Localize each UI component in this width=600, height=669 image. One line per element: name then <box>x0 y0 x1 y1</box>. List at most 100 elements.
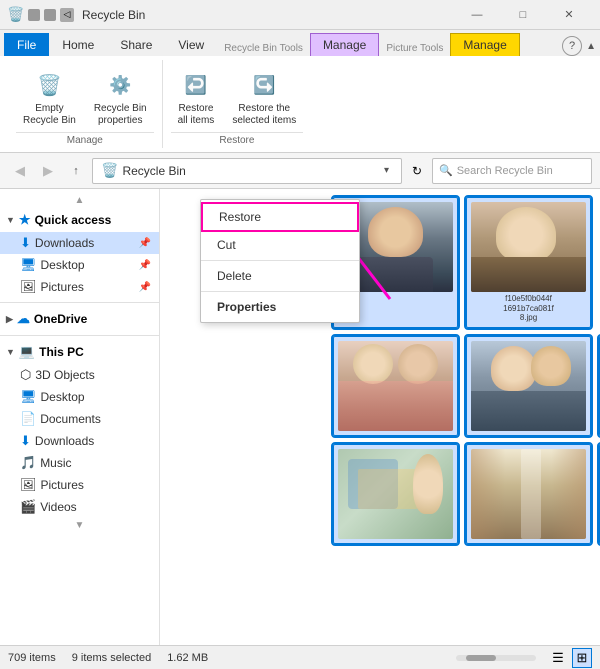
sidebar-item-pictures-pc[interactable]: 🖼 Pictures <box>0 474 159 496</box>
status-bar: 709 items 9 items selected 1.62 MB ☰ ⊞ <box>0 645 600 669</box>
maximize-button[interactable]: □ <box>500 0 546 30</box>
context-menu-sep-1 <box>201 260 359 261</box>
properties-label: Recycle Binproperties <box>94 103 147 127</box>
refresh-button[interactable]: ↻ <box>406 160 428 182</box>
sidebar-item-downloads[interactable]: ⬇ Downloads 📌 <box>0 232 159 254</box>
ribbon-tab-bar: File Home Share View Recycle Bin Tools M… <box>0 30 600 56</box>
tab-picture-tools-label: Picture Tools <box>379 40 450 56</box>
recycle-bin-properties-button[interactable]: ⚙️ Recycle Binproperties <box>87 64 154 132</box>
thumb-item-7[interactable] <box>333 444 458 544</box>
tab-share[interactable]: Share <box>107 33 165 56</box>
sidebar-item-pictures[interactable]: 🖼 Pictures 📌 <box>0 276 159 298</box>
restore-selected-button[interactable]: ↪️ Restore theselected items <box>225 64 303 132</box>
thumb-item-2[interactable]: f10e5f0b044f1691b7ca081f8.jpg <box>466 197 591 328</box>
empty-recycle-bin-button[interactable]: 🗑️ EmptyRecycle Bin <box>16 64 83 132</box>
downloads-pin-icon: 📌 <box>139 238 151 249</box>
tab-view[interactable]: View <box>165 33 217 56</box>
tab-manage-recycle[interactable]: Manage <box>310 33 379 56</box>
list-view-button[interactable]: ☰ <box>548 648 568 668</box>
sidebar-header-quickaccess[interactable]: ▼ ★ Quick access <box>0 208 159 232</box>
status-view-controls: ☰ ⊞ <box>456 648 592 668</box>
thumb-item-8[interactable] <box>466 444 591 544</box>
search-input[interactable]: Search Recycle Bin <box>457 165 585 177</box>
sidebar-label-desktop: Desktop <box>41 258 85 272</box>
up-button[interactable]: ↑ <box>64 159 88 183</box>
pin-icon <box>44 9 56 21</box>
sidebar-item-3dobjects[interactable]: ⬡ 3D Objects <box>0 364 159 386</box>
downloads-icon: ⬇ <box>20 235 31 251</box>
context-menu-cut[interactable]: Cut <box>201 232 359 258</box>
sidebar-label-thispc: This PC <box>39 345 84 359</box>
picturespc-icon: 🖼 <box>20 477 37 493</box>
sidebar: ▲ ▼ ★ Quick access ⬇ Downloads 📌 🖥 Deskt… <box>0 189 160 645</box>
sidebar-item-downloads-pc[interactable]: ⬇ Downloads <box>0 430 159 452</box>
sidebar-divider-1 <box>0 302 159 303</box>
sidebar-item-desktop[interactable]: 🖥 Desktop 📌 <box>0 254 159 276</box>
context-menu-delete[interactable]: Delete <box>201 263 359 289</box>
tab-file[interactable]: File <box>4 33 49 56</box>
ribbon-help-area: ? ▲ <box>562 36 600 56</box>
restore-selected-icon: ↪️ <box>248 69 280 101</box>
thumb-image-2 <box>471 202 586 292</box>
ribbon-group-restore: ↩️ Restoreall items ↪️ Restore theselect… <box>163 60 312 148</box>
window-controls: — □ ✕ <box>454 0 592 30</box>
empty-bin-label: EmptyRecycle Bin <box>23 103 76 127</box>
thumbnail-grid-container: f10e5f0b044f1691b7ca081f8.jpg <box>333 197 600 544</box>
ribbon-content: 🗑️ EmptyRecycle Bin ⚙️ Recycle Binproper… <box>0 56 600 153</box>
minimize-button[interactable]: — <box>454 0 500 30</box>
sidebar-label-documents: Documents <box>40 412 101 426</box>
title-bar: 🗑️ ◁ Recycle Bin — □ ✕ <box>0 0 600 30</box>
sidebar-divider-2 <box>0 335 159 336</box>
thumb-image-5 <box>471 341 586 431</box>
tab-manage-picture[interactable]: Manage <box>450 33 519 56</box>
forward-button[interactable]: ▶ <box>36 159 60 183</box>
main-area: ▲ ▼ ★ Quick access ⬇ Downloads 📌 🖥 Deskt… <box>0 189 600 645</box>
large-icons-view-button[interactable]: ⊞ <box>572 648 592 668</box>
content-wrapper: Restore Cut Delete Properties <box>160 189 600 645</box>
help-button[interactable]: ? <box>562 36 582 56</box>
sidebar-label-desktoppc: Desktop <box>41 390 85 404</box>
back-button[interactable]: ◀ <box>8 159 32 183</box>
tab-home[interactable]: Home <box>49 33 107 56</box>
thispc-icon: 💻 <box>19 344 35 360</box>
content-area: Restore Cut Delete Properties <box>160 189 600 645</box>
sidebar-header-thispc[interactable]: ▼ 💻 This PC <box>0 340 159 364</box>
ribbon-manage-items: 🗑️ EmptyRecycle Bin ⚙️ Recycle Binproper… <box>16 60 154 132</box>
sidebar-label-picturespc: Pictures <box>41 478 84 492</box>
sidebar-header-onedrive[interactable]: ▶ ☁ OneDrive <box>0 307 159 331</box>
sidebar-label-videos: Videos <box>40 500 76 514</box>
sidebar-label-music: Music <box>40 456 71 470</box>
sidebar-label-pictures: Pictures <box>41 280 84 294</box>
search-box[interactable]: 🔍 Search Recycle Bin <box>432 158 592 184</box>
thumb-item-5[interactable] <box>466 336 591 436</box>
address-dropdown-arrow[interactable]: ▾ <box>380 165 393 176</box>
thumb-label-2: f10e5f0b044f1691b7ca081f8.jpg <box>503 294 554 323</box>
quickaccess-star-icon: ★ <box>19 212 31 228</box>
restore-all-button[interactable]: ↩️ Restoreall items <box>171 64 222 132</box>
address-path-box[interactable]: 🗑️ Recycle Bin ▾ <box>92 158 402 184</box>
thumb-image-4 <box>338 341 453 431</box>
manage-group-label: Manage <box>16 132 154 148</box>
thumb-image-7 <box>338 449 453 539</box>
sidebar-item-videos[interactable]: 🎬 Videos <box>0 496 159 518</box>
thumbnail-grid: f10e5f0b044f1691b7ca081f8.jpg <box>333 197 600 544</box>
thumb-item-4[interactable] <box>333 336 458 436</box>
thumb-image-8 <box>471 449 586 539</box>
close-button[interactable]: ✕ <box>546 0 592 30</box>
horizontal-scrollbar[interactable] <box>456 655 536 661</box>
context-menu-properties[interactable]: Properties <box>201 294 359 320</box>
tab-recycle-bin-tools: Recycle Bin Tools <box>217 40 310 56</box>
restore-group-label: Restore <box>171 132 304 148</box>
videos-icon: 🎬 <box>20 499 36 515</box>
title-bar-icons: 🗑️ ◁ <box>8 7 74 23</box>
downloadspc-icon: ⬇ <box>20 433 31 449</box>
path-folder-icon: 🗑️ <box>101 162 118 179</box>
window-title: Recycle Bin <box>82 8 454 22</box>
sidebar-item-desktop-pc[interactable]: 🖥 Desktop <box>0 386 159 408</box>
context-menu-restore[interactable]: Restore <box>201 202 359 232</box>
sidebar-item-music[interactable]: 🎵 Music <box>0 452 159 474</box>
music-icon: 🎵 <box>20 455 36 471</box>
ribbon-collapse[interactable]: ▲ <box>586 41 596 52</box>
app-icon: 🗑️ <box>8 7 24 23</box>
sidebar-item-documents[interactable]: 📄 Documents <box>0 408 159 430</box>
